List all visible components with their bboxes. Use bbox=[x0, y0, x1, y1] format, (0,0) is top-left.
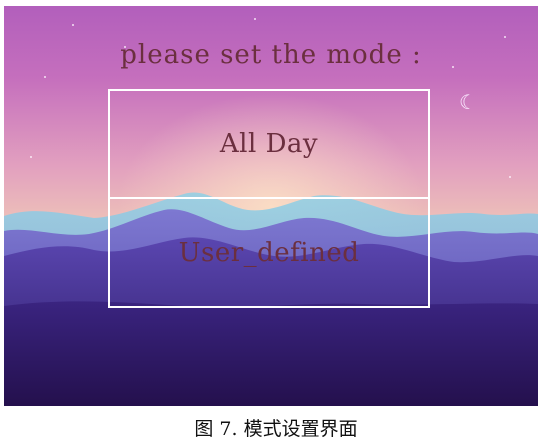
user-defined-mode-label: User_defined bbox=[178, 237, 360, 268]
all-day-mode-button[interactable]: All Day bbox=[108, 89, 430, 199]
mode-prompt-title: please set the mode : bbox=[120, 40, 422, 70]
figure-caption: 图 7. 模式设置界面 bbox=[194, 418, 358, 440]
user-defined-mode-button[interactable]: User_defined bbox=[108, 197, 430, 308]
mode-setting-screen: ☾ please set the mode : All Day User_def… bbox=[4, 6, 538, 406]
all-day-mode-label: All Day bbox=[219, 129, 319, 159]
